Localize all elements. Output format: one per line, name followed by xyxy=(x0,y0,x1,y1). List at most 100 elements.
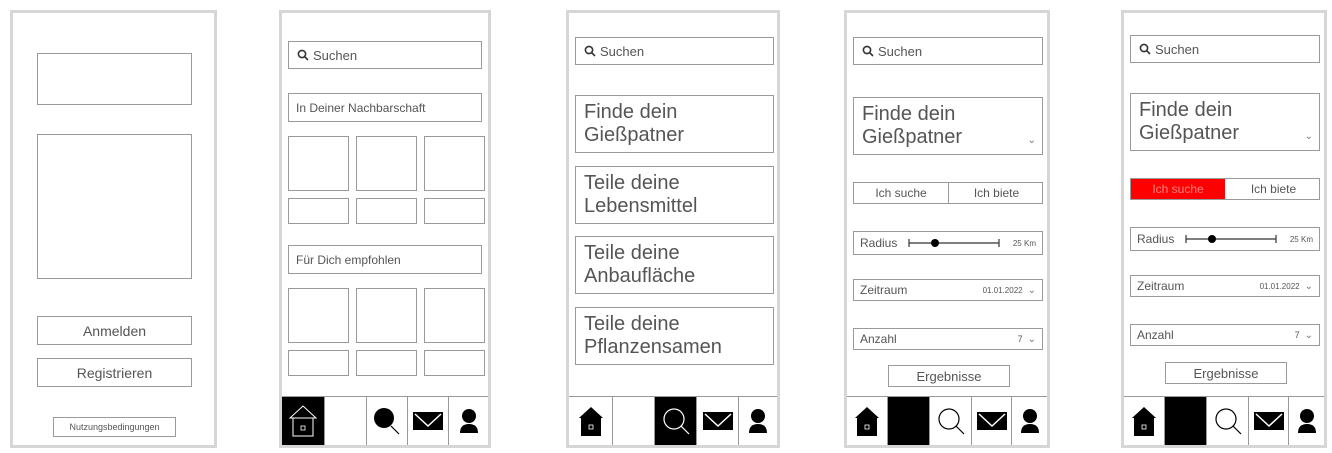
mode-toggle: Ich suche Ich biete xyxy=(1130,178,1320,200)
section-neighborhood: In Deiner Nachbarschaft xyxy=(288,93,482,122)
home-icon xyxy=(288,405,318,437)
count-label: Anzahl xyxy=(860,332,897,346)
toggle-offer[interactable]: Ich biete xyxy=(1226,179,1321,199)
nav-empty[interactable] xyxy=(324,397,366,445)
nav-profile[interactable] xyxy=(738,397,777,445)
search-input[interactable]: Suchen xyxy=(1130,35,1320,63)
home-icon xyxy=(578,407,603,436)
category-select[interactable]: Finde dein Gießpatner ⌄ xyxy=(853,97,1043,155)
search-icon xyxy=(374,408,400,435)
period-label: Zeitraum xyxy=(1137,279,1185,293)
profile-icon xyxy=(1297,409,1316,433)
chevron-down-icon: ⌄ xyxy=(1304,280,1313,292)
chevron-down-icon: ⌄ xyxy=(1304,329,1313,341)
results-button[interactable]: Ergebnisse xyxy=(1165,362,1287,384)
search-input[interactable]: Suchen xyxy=(853,37,1043,65)
nav-profile[interactable] xyxy=(448,397,488,445)
nav-search[interactable] xyxy=(1206,397,1248,445)
card-watering-partner[interactable]: Finde dein Gießpatner xyxy=(575,95,774,153)
count-value: 7 xyxy=(1294,330,1300,340)
count-row[interactable]: Anzahl 7 ⌄ xyxy=(853,328,1043,350)
search-icon xyxy=(937,408,964,435)
search-placeholder: Suchen xyxy=(313,47,358,63)
bottom-nav xyxy=(569,396,777,445)
search-input[interactable]: Suchen xyxy=(575,37,774,65)
search-placeholder: Suchen xyxy=(1155,41,1200,57)
count-label: Anzahl xyxy=(1137,328,1174,342)
toggle-offer[interactable]: Ich biete xyxy=(949,183,1044,203)
bottom-nav xyxy=(847,396,1047,445)
tile-caption xyxy=(424,198,485,224)
toggle-seek-active[interactable]: Ich suche xyxy=(1131,179,1225,199)
nav-mail[interactable] xyxy=(1248,397,1288,445)
card-share-food[interactable]: Teile deine Lebensmittel xyxy=(575,166,774,224)
tile-caption xyxy=(424,350,485,376)
login-button[interactable]: Anmelden xyxy=(37,316,192,345)
image-placeholder xyxy=(37,134,192,279)
seek-label: Ich suche xyxy=(875,186,927,200)
mail-icon xyxy=(976,412,1007,430)
offer-label: Ich biete xyxy=(973,186,1020,200)
nav-search[interactable] xyxy=(929,397,971,445)
bottom-nav xyxy=(1124,396,1324,445)
nav-search[interactable] xyxy=(654,397,696,445)
toggle-seek[interactable]: Ich suche xyxy=(854,183,949,203)
tile[interactable] xyxy=(288,136,349,191)
tile[interactable] xyxy=(424,136,485,191)
tile-caption xyxy=(288,350,349,376)
nav-profile[interactable] xyxy=(1288,397,1324,445)
nav-mail[interactable] xyxy=(971,397,1011,445)
section-neighborhood-label: In Deiner Nachbarschaft xyxy=(296,100,426,115)
category-select[interactable]: Finde dein Gießpatner ⌄ xyxy=(1130,93,1320,151)
search-input[interactable]: Suchen xyxy=(288,41,482,69)
card-share-land[interactable]: Teile deine Anbaufläche xyxy=(575,236,774,294)
tile[interactable] xyxy=(424,288,485,343)
radius-row: Radius 25 Km xyxy=(853,231,1043,255)
count-row[interactable]: Anzahl 7 ⌄ xyxy=(1130,324,1320,346)
chevron-down-icon: ⌄ xyxy=(1027,135,1036,146)
chevron-down-icon: ⌄ xyxy=(1027,284,1036,296)
nav-empty[interactable] xyxy=(612,397,654,445)
search-icon xyxy=(584,45,596,57)
home-icon xyxy=(855,407,879,436)
tile[interactable] xyxy=(356,288,417,343)
mail-icon xyxy=(702,412,733,430)
nav-home[interactable] xyxy=(847,397,887,445)
tile-caption xyxy=(288,198,349,224)
card-share-seeds[interactable]: Teile deine Pflanzensamen xyxy=(575,307,774,365)
period-value: 01.01.2022 xyxy=(1259,281,1300,291)
nav-profile[interactable] xyxy=(1011,397,1047,445)
search-placeholder: Suchen xyxy=(600,43,645,59)
results-button[interactable]: Ergebnisse xyxy=(888,365,1010,387)
radius-value: 25 Km xyxy=(1012,238,1036,248)
mail-icon xyxy=(413,412,443,430)
nav-home[interactable] xyxy=(282,397,324,445)
chevron-down-icon: ⌄ xyxy=(1304,131,1313,142)
section-recommended: Für Dich empfohlen xyxy=(288,245,482,274)
nav-mail[interactable] xyxy=(407,397,448,445)
count-value: 7 xyxy=(1017,334,1023,344)
nav-active[interactable] xyxy=(1164,397,1206,445)
nav-home[interactable] xyxy=(569,397,612,445)
register-button[interactable]: Registrieren xyxy=(37,358,192,387)
nav-home[interactable] xyxy=(1124,397,1164,445)
tile-caption xyxy=(356,350,417,376)
terms-button[interactable]: Nutzungsbedingungen xyxy=(53,417,176,437)
period-row[interactable]: Zeitraum 01.01.2022 ⌄ xyxy=(1130,275,1320,297)
period-row[interactable]: Zeitraum 01.01.2022 ⌄ xyxy=(853,279,1043,301)
tile[interactable] xyxy=(288,288,349,343)
nav-active[interactable] xyxy=(887,397,929,445)
chevron-down-icon: ⌄ xyxy=(1027,333,1036,345)
period-value: 01.01.2022 xyxy=(982,285,1023,295)
category-title: Finde dein Gießpatner xyxy=(862,103,963,148)
nav-search[interactable] xyxy=(366,397,407,445)
profile-icon xyxy=(1020,409,1039,433)
home-icon xyxy=(1132,407,1156,436)
radius-slider[interactable] xyxy=(907,236,1003,250)
nav-mail[interactable] xyxy=(696,397,738,445)
radius-slider[interactable] xyxy=(1184,232,1280,246)
tile[interactable] xyxy=(356,136,417,191)
screen-home: Suchen In Deiner Nachbarschaft Für Dich … xyxy=(279,10,491,448)
profile-icon xyxy=(459,409,478,433)
radius-value: 25 Km xyxy=(1289,234,1313,244)
